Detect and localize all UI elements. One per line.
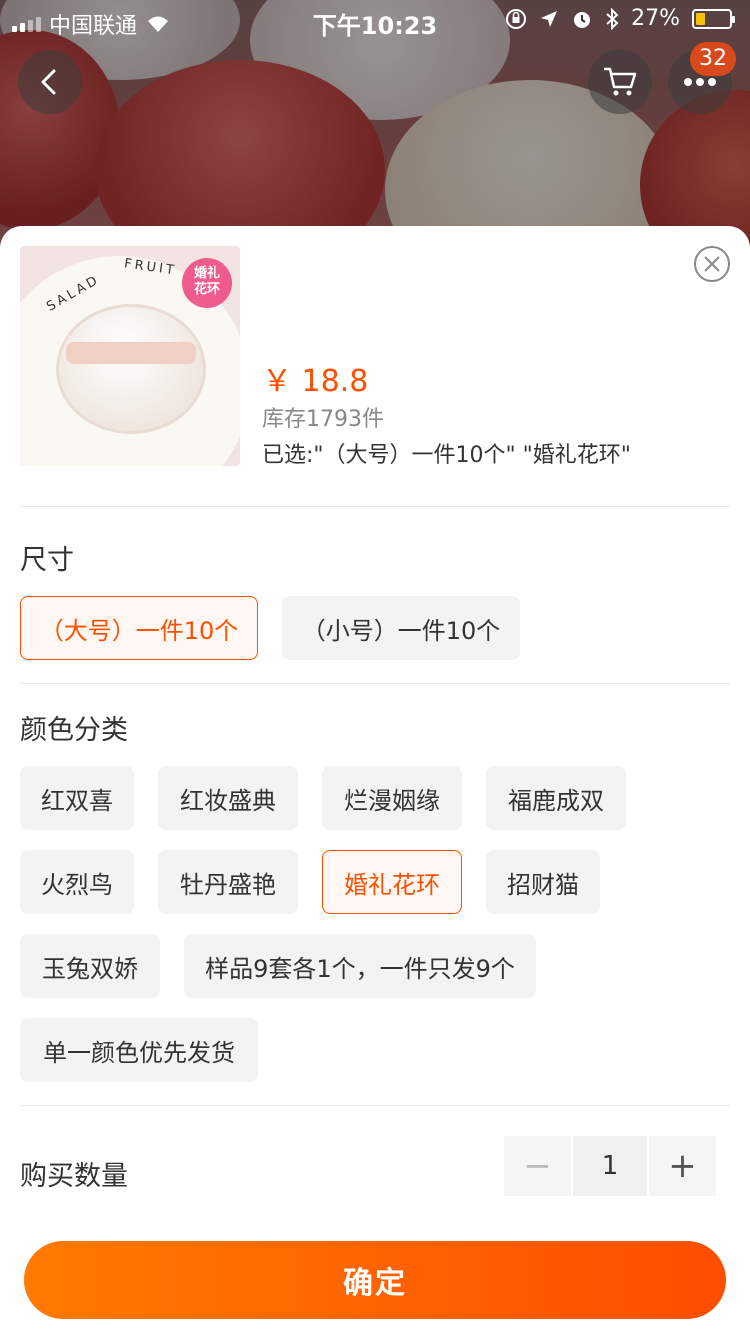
cart-button[interactable] [588, 50, 652, 114]
color-option-label: 招财猫 [507, 870, 579, 899]
color-option[interactable]: 火烈鸟 [20, 850, 134, 914]
color-option[interactable]: 婚礼花环 [322, 850, 462, 914]
minus-icon: − [523, 1146, 552, 1186]
size-option[interactable]: （大号）一件10个 [20, 596, 258, 660]
color-option[interactable]: 福鹿成双 [486, 766, 626, 830]
thumb-tag: 婚礼 花环 [182, 258, 232, 308]
close-button[interactable] [694, 246, 730, 282]
size-option-label: （小号）一件10个 [301, 616, 501, 645]
back-arrow-icon [41, 69, 56, 95]
notification-badge: 32 [690, 42, 736, 76]
rotation-lock-icon [506, 8, 527, 29]
color-option-label: 婚礼花环 [344, 870, 440, 899]
tin-ribbon [66, 342, 196, 364]
product-thumbnail: SALAD FRUIT 婚礼 花环 [20, 246, 240, 466]
color-option[interactable]: 招财猫 [486, 850, 600, 914]
battery-icon [692, 8, 735, 29]
color-option-label: 单一颜色优先发货 [43, 1038, 235, 1067]
color-option-label: 福鹿成双 [508, 786, 604, 815]
increment-button[interactable]: + [649, 1136, 716, 1196]
color-option[interactable]: 玉兔双娇 [20, 934, 160, 998]
color-option[interactable]: 样品9套各1个，一件只发9个 [184, 934, 536, 998]
sku-selector-sheet: SALAD FRUIT 婚礼 花环 ￥ 18.8 库存1793件 已选:"（大号… [0, 226, 750, 1334]
location-arrow-icon [541, 10, 558, 27]
color-section-title: 颜色分类 [20, 715, 128, 746]
price-label: ￥ 18.8 [262, 364, 369, 399]
alarm-icon [574, 11, 591, 28]
color-option[interactable]: 红妆盛典 [158, 766, 298, 830]
color-option-label: 火烈鸟 [41, 870, 113, 899]
battery-percent: 27% [631, 6, 680, 31]
quantity-value[interactable]: 1 [573, 1136, 647, 1196]
selected-summary: 已选:"（大号）一件10个" "婚礼花环" [262, 443, 631, 468]
color-option[interactable]: 单一颜色优先发货 [20, 1018, 258, 1082]
cart-icon [604, 67, 637, 96]
color-option-label: 牡丹盛艳 [180, 870, 276, 899]
color-option[interactable]: 烂漫姻缘 [322, 766, 462, 830]
size-section-title: 尺寸 [20, 545, 74, 576]
size-option[interactable]: （小号）一件10个 [282, 596, 520, 660]
bluetooth-icon [606, 7, 619, 30]
color-option-label: 烂漫姻缘 [344, 786, 440, 815]
color-option-label: 样品9套各1个，一件只发9个 [205, 954, 515, 983]
quantity-label: 购买数量 [20, 1161, 128, 1192]
color-option[interactable]: 红双喜 [20, 766, 134, 830]
close-icon [704, 256, 720, 272]
color-option-label: 红妆盛典 [180, 786, 276, 815]
color-option-label: 玉兔双娇 [42, 954, 138, 983]
plus-icon: + [668, 1146, 697, 1186]
divider [20, 1105, 730, 1106]
quantity-stepper: − 1 + [504, 1136, 716, 1196]
divider [20, 506, 730, 507]
color-option[interactable]: 牡丹盛艳 [158, 850, 298, 914]
divider [20, 683, 730, 684]
color-option-label: 红双喜 [41, 786, 113, 815]
decrement-button[interactable]: − [504, 1136, 571, 1196]
status-bar: 中国联通 下午10:23 27% [0, 0, 750, 40]
size-option-label: （大号）一件10个 [39, 616, 239, 645]
more-dots-icon [684, 78, 716, 86]
stock-label: 库存1793件 [262, 407, 384, 432]
confirm-button[interactable]: 确定 [24, 1241, 726, 1319]
back-button[interactable] [18, 50, 82, 114]
tin-lid [56, 304, 206, 434]
